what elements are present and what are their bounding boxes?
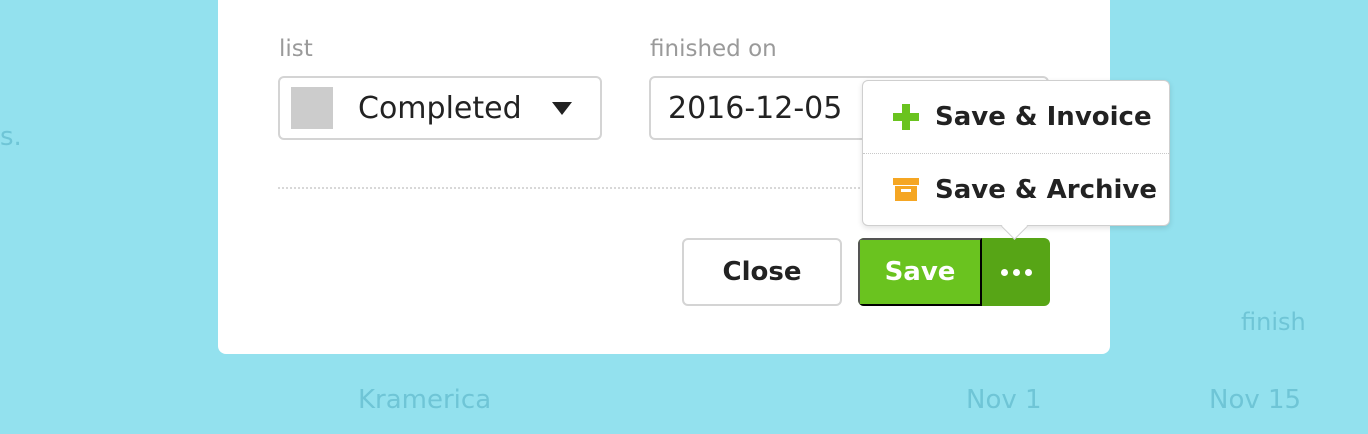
- save-button[interactable]: Save: [858, 238, 982, 306]
- background-client-name: Kramerica: [358, 385, 492, 415]
- ellipsis-icon-dot: [1024, 268, 1032, 276]
- list-select[interactable]: Completed: [278, 76, 602, 140]
- finished-on-label: finished on: [650, 36, 777, 62]
- menu-item-label: Save & Archive: [935, 175, 1157, 205]
- plus-icon: [893, 104, 919, 130]
- list-color-swatch: [291, 87, 333, 129]
- list-label: list: [279, 36, 313, 62]
- menu-item-label: Save & Invoice: [935, 102, 1152, 132]
- save-button-group: Save: [858, 238, 1050, 306]
- save-options-menu: Save & Invoice Save & Archive: [862, 80, 1170, 226]
- more-options-button[interactable]: [982, 238, 1050, 306]
- ellipsis-icon: [1000, 268, 1008, 276]
- background-column-label: finish: [1241, 308, 1306, 336]
- list-select-value: Completed: [358, 90, 522, 126]
- menu-item-save-invoice[interactable]: Save & Invoice: [863, 81, 1169, 153]
- background-partial-text: s.: [0, 122, 22, 152]
- archive-box-icon: [893, 177, 919, 203]
- close-button[interactable]: Close: [682, 238, 842, 306]
- ellipsis-icon-dot: [1012, 268, 1020, 276]
- menu-item-save-archive[interactable]: Save & Archive: [863, 154, 1169, 226]
- caret-down-icon: [551, 101, 572, 115]
- background-date-end: Nov 15: [1209, 385, 1302, 415]
- background-date-start: Nov 1: [966, 385, 1042, 415]
